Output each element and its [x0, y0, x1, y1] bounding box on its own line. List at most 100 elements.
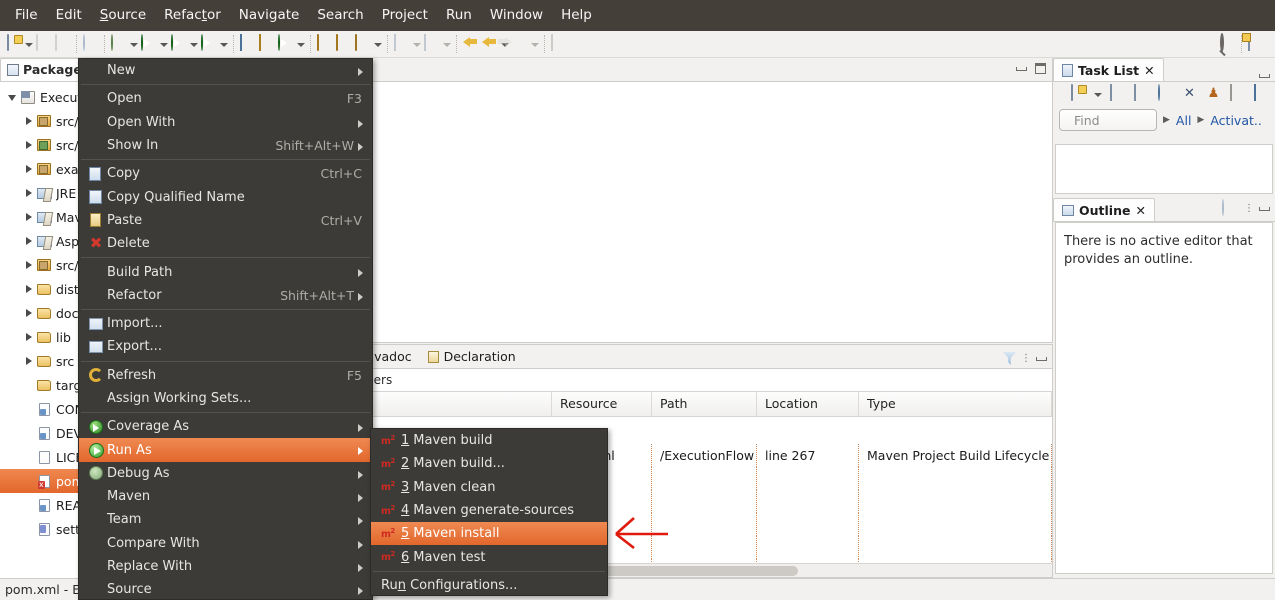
forward-arrow-icon[interactable]: [510, 35, 529, 53]
annotation-dropdown[interactable]: [372, 35, 383, 53]
filter-all-link[interactable]: All: [1176, 113, 1192, 128]
open-perspective-icon[interactable]: [1246, 34, 1265, 53]
run-external-dropdown[interactable]: [218, 35, 229, 53]
filter-activate-link[interactable]: Activat..: [1210, 113, 1261, 128]
run-dropdown[interactable]: [158, 35, 169, 53]
expand-twisty-icon[interactable]: [22, 162, 36, 176]
search-icon[interactable]: [1218, 33, 1237, 53]
context-menu-item-show-in[interactable]: Show In Shift+Alt+W: [79, 134, 372, 157]
column-resource[interactable]: Resource: [552, 391, 652, 417]
context-menu-item-coverage-as[interactable]: Coverage As: [79, 415, 372, 438]
view-menu-icon[interactable]: ⋮: [1244, 204, 1254, 214]
filter-icon[interactable]: [1003, 352, 1016, 365]
save-icon[interactable]: [34, 34, 53, 53]
new-package-icon[interactable]: [257, 34, 276, 53]
task-list-content[interactable]: [1055, 144, 1273, 194]
expand-twisty-icon[interactable]: [22, 282, 36, 296]
context-menu-item-run-as[interactable]: Run As: [79, 438, 372, 462]
tab-outline[interactable]: Outline ✕: [1053, 198, 1155, 221]
view-menu-icon[interactable]: ⋮: [1021, 353, 1031, 364]
tab-task-list[interactable]: Task List ✕: [1053, 58, 1164, 81]
debug-icon[interactable]: [109, 34, 128, 53]
context-menu-item-copy[interactable]: Copy Ctrl+C: [79, 162, 372, 185]
expand-twisty-icon[interactable]: [22, 210, 36, 224]
context-menu-item-debug-as[interactable]: Debug As: [79, 462, 372, 485]
expand-twisty-icon[interactable]: [22, 114, 36, 128]
menu-search[interactable]: Search: [308, 5, 372, 27]
previous-edit-icon[interactable]: [392, 34, 411, 53]
context-menu-item-team[interactable]: Team: [79, 508, 372, 531]
menu-window[interactable]: Window: [481, 5, 552, 27]
restore-icon[interactable]: [1252, 84, 1271, 103]
coverage-dropdown[interactable]: [188, 35, 199, 53]
expand-twisty-icon[interactable]: [22, 330, 36, 344]
context-menu-item-source[interactable]: Source: [79, 578, 372, 599]
new-wizard-icon[interactable]: [4, 34, 23, 53]
forward-dropdown[interactable]: [529, 35, 540, 53]
focus-icon[interactable]: [1156, 84, 1175, 103]
submenu-item-run-configurations[interactable]: Run Configurations...: [371, 574, 607, 595]
expand-twisty-icon[interactable]: [22, 138, 36, 152]
back-icon[interactable]: [461, 35, 480, 53]
context-menu-item-refresh[interactable]: Refresh F5: [79, 364, 372, 387]
person-icon[interactable]: ♟: [1204, 85, 1223, 103]
minimize-icon[interactable]: [1259, 74, 1270, 78]
minimize-icon[interactable]: [1036, 356, 1047, 361]
expand-twisty-icon[interactable]: [22, 306, 36, 320]
menu-file[interactable]: File: [6, 5, 47, 27]
submenu-item-maven-build-dots[interactable]: m2 2 Maven build...: [371, 452, 607, 475]
context-menu-item-import[interactable]: Import...: [79, 312, 372, 335]
context-menu-item-copy-qualified-name[interactable]: Copy Qualified Name: [79, 185, 372, 208]
column-path[interactable]: Path: [652, 391, 757, 417]
expand-twisty-icon[interactable]: [22, 186, 36, 200]
link-icon[interactable]: [1220, 199, 1239, 218]
menu-source[interactable]: Source: [91, 5, 155, 27]
open-task-icon[interactable]: [334, 34, 353, 53]
run-external-icon[interactable]: [199, 34, 218, 53]
new-task-icon[interactable]: [1068, 84, 1087, 103]
new-java-project-icon[interactable]: [238, 34, 257, 53]
submenu-item-maven-generate-sources[interactable]: m2 4 Maven generate-sources: [371, 499, 607, 522]
context-menu-item-refactor[interactable]: Refactor Shift+Alt+T: [79, 284, 372, 307]
next-dropdown[interactable]: [441, 35, 452, 53]
context-menu-item-replace-with[interactable]: Replace With: [79, 555, 372, 578]
maximize-icon[interactable]: [1035, 63, 1046, 74]
new-wizard-dropdown[interactable]: [23, 35, 34, 53]
next-edit-icon[interactable]: [422, 34, 441, 53]
coverage-icon[interactable]: [169, 34, 188, 53]
close-icon[interactable]: ✕: [1135, 203, 1145, 218]
context-menu-item-compare-with[interactable]: Compare With: [79, 532, 372, 555]
annotation-icon[interactable]: [353, 34, 372, 53]
context-menu-item-paste[interactable]: Paste Ctrl+V: [79, 209, 372, 232]
categorize-icon[interactable]: [1108, 84, 1127, 103]
previous-dropdown[interactable]: [411, 35, 422, 53]
context-menu-item-new[interactable]: New: [79, 59, 372, 82]
context-menu-item-open-with[interactable]: Open With: [79, 111, 372, 134]
new-class-dropdown[interactable]: [295, 35, 306, 53]
new-task-dropdown[interactable]: [1092, 85, 1103, 103]
submenu-item-maven-test[interactable]: m2 6 Maven test: [371, 545, 607, 568]
context-menu-item-maven[interactable]: Maven: [79, 485, 372, 508]
submenu-item-maven-clean[interactable]: m2 3 Maven clean: [371, 476, 607, 499]
menu-refactor[interactable]: Refactor: [155, 5, 230, 27]
minimize-icon[interactable]: [1016, 66, 1027, 71]
close-icon[interactable]: ✕: [1144, 63, 1154, 78]
submenu-item-maven-build[interactable]: m2 1 Maven build: [371, 429, 607, 452]
context-menu-item-export[interactable]: Export...: [79, 335, 372, 358]
menu-help[interactable]: Help: [552, 5, 601, 27]
expand-twisty-icon[interactable]: [6, 90, 20, 104]
menu-navigate[interactable]: Navigate: [230, 5, 309, 27]
submenu-item-maven-install[interactable]: m2 5 Maven install: [371, 522, 607, 546]
schedule-icon[interactable]: [1132, 84, 1151, 103]
filter-complete-icon[interactable]: ✕: [1180, 85, 1199, 103]
save-all-icon[interactable]: [53, 34, 72, 53]
collapse-all-icon[interactable]: [1228, 84, 1247, 103]
context-menu-item-open[interactable]: Open F3: [79, 87, 372, 110]
menu-run[interactable]: Run: [437, 5, 481, 27]
open-type-icon[interactable]: [315, 34, 334, 53]
find-input[interactable]: Find: [1059, 109, 1157, 131]
menu-edit[interactable]: Edit: [47, 5, 91, 27]
context-menu-item-assign-working-sets[interactable]: Assign Working Sets...: [79, 387, 372, 410]
context-menu-item-delete[interactable]: ✖ Delete: [79, 232, 372, 255]
expand-twisty-icon[interactable]: [22, 258, 36, 272]
